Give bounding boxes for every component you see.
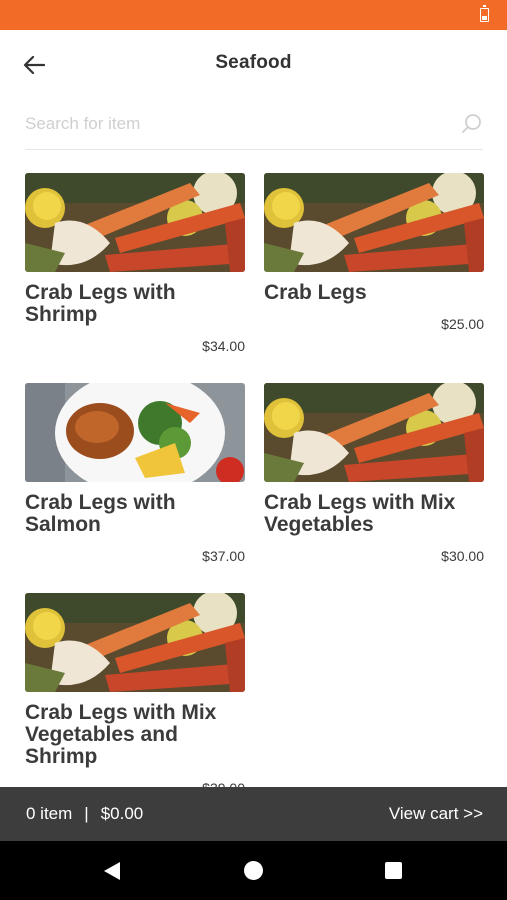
cart-separator: | [84, 804, 89, 823]
menu-item-card[interactable]: Crab Legs with Mix Vegetables $30.00 [264, 383, 484, 564]
item-name: Crab Legs with Salmon [25, 491, 176, 536]
menu-item-card[interactable]: Crab Legs with Salmon $37.00 [25, 383, 245, 564]
battery-icon [480, 5, 489, 22]
item-price: $25.00 [441, 316, 484, 332]
item-name: Crab Legs with Mix Vegetables and Shrimp [25, 701, 217, 768]
cart-item-count: 0 item [26, 804, 73, 823]
cart-bar: 0 item | $0.00 View cart >> [0, 787, 507, 841]
search-bar [25, 104, 483, 150]
item-name: Crab Legs [264, 281, 367, 304]
menu-item-card[interactable]: Crab Legs with Shrimp $34.00 [25, 173, 245, 354]
search-input[interactable] [25, 110, 445, 138]
search-icon[interactable] [461, 113, 483, 135]
view-cart-button[interactable]: View cart >> [389, 804, 483, 824]
menu-item-card[interactable]: Crab Legs with Mix Vegetables and Shrimp… [25, 593, 245, 796]
system-nav-bar [0, 841, 507, 900]
food-image [25, 383, 245, 482]
item-price: $37.00 [202, 548, 245, 564]
nav-home-icon[interactable] [244, 861, 263, 880]
nav-recent-apps-icon[interactable] [385, 862, 402, 879]
status-bar [0, 0, 507, 30]
item-name: Crab Legs with Mix Vegetables [264, 491, 456, 536]
food-image [25, 173, 245, 272]
food-image [264, 173, 484, 272]
item-price: $30.00 [441, 548, 484, 564]
nav-back-icon[interactable] [103, 861, 121, 881]
app-bar: Seafood [0, 30, 507, 98]
food-image [25, 593, 245, 692]
menu-item-card[interactable]: Crab Legs $25.00 [264, 173, 484, 332]
cart-total: $0.00 [100, 804, 144, 823]
item-price: $34.00 [202, 338, 245, 354]
cart-summary: 0 item | $0.00 [26, 804, 143, 824]
item-name: Crab Legs with Shrimp [25, 281, 176, 326]
food-image [264, 383, 484, 482]
page-title: Seafood [215, 52, 292, 73]
